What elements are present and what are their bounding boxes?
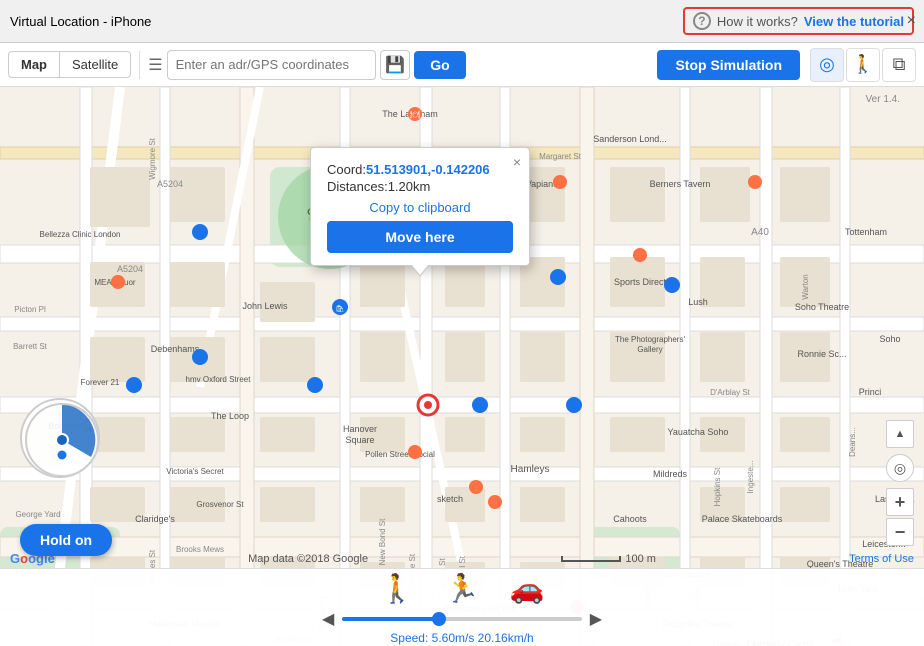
toolbar: Map Satellite ☰ 💾 Go Stop Simulation ◎ 🚶… — [0, 43, 924, 87]
svg-text:A5204: A5204 — [157, 179, 183, 189]
svg-text:Margaret St: Margaret St — [539, 152, 582, 161]
popup-distance: Distances:1.20km — [327, 179, 513, 194]
coord-input[interactable] — [167, 50, 377, 80]
drive-mode-icon[interactable]: 🚗 — [509, 572, 544, 605]
close-button[interactable]: × — [907, 12, 916, 30]
route-icon-button[interactable]: ⧉ — [882, 48, 916, 82]
coord-label: Coord: — [327, 162, 366, 177]
dist-value: 1.20km — [388, 179, 431, 194]
svg-text:Picton Pl: Picton Pl — [14, 305, 46, 314]
go-button[interactable]: Go — [414, 51, 465, 79]
svg-text:Brooks Mews: Brooks Mews — [176, 545, 224, 554]
zoom-out-button[interactable]: − — [886, 518, 914, 546]
svg-text:A5204: A5204 — [117, 264, 143, 274]
walk-icon-button[interactable]: 🚶 — [846, 48, 880, 82]
svg-text:Warton: Warton — [801, 274, 810, 300]
hold-on-container: Hold on — [20, 524, 112, 556]
svg-text:Bellezza Clinic London: Bellezza Clinic London — [40, 230, 121, 239]
location-circle-button[interactable]: ◎ — [886, 454, 914, 482]
speed-slider[interactable] — [342, 617, 581, 621]
app-title: Virtual Location - iPhone — [10, 14, 151, 29]
map-controls: ▲ ◎ + − — [886, 420, 914, 546]
copy-to-clipboard-link[interactable]: Copy to clipboard — [327, 200, 513, 215]
svg-text:Barrett St: Barrett St — [13, 342, 48, 351]
gpx-button[interactable]: ▲ — [886, 420, 914, 448]
svg-text:The Loop: The Loop — [211, 411, 249, 421]
svg-text:Victoria's Secret: Victoria's Secret — [166, 467, 224, 476]
svg-text:D'Arblay St: D'Arblay St — [710, 388, 751, 397]
svg-text:Yauatcha Soho: Yauatcha Soho — [668, 427, 729, 437]
svg-text:Grosvenor St: Grosvenor St — [196, 500, 244, 509]
svg-text:The Photographers': The Photographers' — [615, 335, 685, 344]
svg-text:Forever 21: Forever 21 — [81, 378, 120, 387]
speed-slider-row: ◀ ▶ — [322, 609, 602, 629]
svg-text:Ronnie Sc...: Ronnie Sc... — [797, 349, 846, 359]
titlebar: Virtual Location - iPhone ? How it works… — [0, 0, 924, 43]
list-icon[interactable]: ☰ — [148, 55, 162, 75]
svg-text:Ingeste...: Ingeste... — [746, 461, 755, 494]
help-icon: ? — [693, 12, 711, 30]
svg-text:Sanderson Lond...: Sanderson Lond... — [593, 134, 667, 144]
svg-text:New Bond St: New Bond St — [378, 518, 387, 565]
popup: × Coord:51.513901,-0.142206 Distances:1.… — [310, 147, 530, 266]
speed-bar: 🚶 🏃 🚗 ◀ ▶ Speed: 5.60m/s 20.16km/h — [0, 568, 924, 646]
coord-value: 51.513901,-0.142206 — [366, 162, 490, 177]
compass-circle — [20, 398, 100, 478]
svg-text:Pollen Street Social: Pollen Street Social — [365, 450, 435, 459]
svg-text:Soho: Soho — [879, 334, 900, 344]
dist-label: Distances: — [327, 179, 388, 194]
svg-text:Hanover: Hanover — [343, 424, 377, 434]
svg-text:George Yard: George Yard — [15, 510, 60, 519]
how-it-works-text: How it works? — [717, 14, 798, 29]
svg-text:Tottenham: Tottenham — [845, 227, 887, 237]
svg-text:Cahoots: Cahoots — [613, 514, 647, 524]
tutorial-link[interactable]: View the tutorial — [804, 14, 904, 29]
svg-text:🍽: 🍽 — [410, 110, 420, 119]
svg-text:Gallery: Gallery — [637, 345, 662, 354]
svg-text:Square: Square — [345, 435, 374, 445]
tutorial-box[interactable]: ? How it works? View the tutorial — [683, 7, 914, 35]
svg-text:Palace Skateboards: Palace Skateboards — [702, 514, 783, 524]
hold-on-button[interactable]: Hold on — [20, 524, 112, 556]
map-container[interactable]: University of Westminster Cavendish Squa… — [0, 87, 924, 646]
zoom-in-button[interactable]: + — [886, 488, 914, 516]
svg-text:Wigmore St: Wigmore St — [148, 137, 157, 180]
save-icon-button[interactable]: 💾 — [380, 50, 410, 80]
svg-text:🛍: 🛍 — [336, 304, 345, 313]
svg-text:John Lewis: John Lewis — [242, 301, 288, 311]
stop-simulation-button[interactable]: Stop Simulation — [657, 50, 800, 80]
speed-modes: 🚶 🏃 🚗 — [380, 572, 545, 605]
map-tab[interactable]: Map — [8, 51, 60, 78]
speed-decrease-button[interactable]: ◀ — [322, 609, 334, 629]
svg-text:Berners Tavern: Berners Tavern — [650, 179, 711, 189]
svg-text:Mildreds: Mildreds — [653, 469, 688, 479]
svg-text:A40: A40 — [751, 227, 769, 238]
location-icon-button[interactable]: ◎ — [810, 48, 844, 82]
svg-text:sketch: sketch — [437, 494, 463, 504]
svg-text:Princi: Princi — [859, 387, 882, 397]
toolbar-divider — [139, 51, 140, 79]
svg-text:Sports Direct: Sports Direct — [614, 277, 667, 287]
popup-coord: Coord:51.513901,-0.142206 — [327, 162, 513, 177]
svg-text:Hamleys: Hamleys — [511, 464, 550, 475]
svg-text:Claridge's: Claridge's — [135, 514, 175, 524]
walk-mode-icon[interactable]: 🚶 — [380, 572, 415, 605]
svg-text:hmv Oxford Street: hmv Oxford Street — [186, 375, 252, 384]
svg-text:Deans...: Deans... — [848, 427, 857, 457]
speed-increase-button[interactable]: ▶ — [590, 609, 602, 629]
svg-text:Debenhams: Debenhams — [151, 344, 200, 354]
satellite-tab[interactable]: Satellite — [60, 51, 131, 78]
popup-close-button[interactable]: × — [513, 154, 521, 170]
compass[interactable] — [20, 398, 100, 478]
svg-text:Hopkins St: Hopkins St — [713, 467, 722, 506]
svg-text:Soho Theatre: Soho Theatre — [795, 302, 849, 312]
svg-text:Ver 1.4.: Ver 1.4. — [866, 94, 900, 105]
speed-text: Speed: 5.60m/s 20.16km/h — [390, 631, 533, 645]
run-mode-icon[interactable]: 🏃 — [445, 572, 480, 605]
move-here-button[interactable]: Move here — [327, 221, 513, 253]
svg-text:Lush: Lush — [688, 297, 708, 307]
